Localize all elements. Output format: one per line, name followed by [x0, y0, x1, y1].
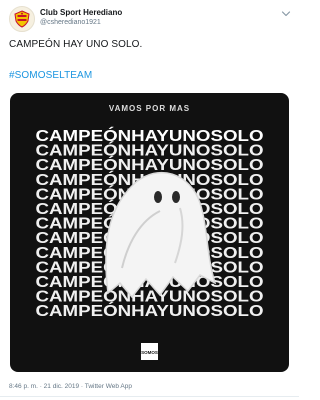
poster-badge: SOMOS [141, 343, 158, 360]
poster-text-line: CAMPEÓNHAYUNOSOLO [36, 301, 264, 320]
media-poster: CAMPEÓNHAYUNOSOLOCAMPEÓNHAYUNOSOLOCAMPEÓ… [36, 104, 264, 360]
chevron-down-icon[interactable] [281, 10, 291, 18]
author-display-name[interactable]: Club Sport Herediano [40, 7, 122, 18]
tweet-card[interactable]: Club Sport Herediano @csherediano1921 CA… [0, 0, 299, 400]
tweet-text: CAMPEÓN HAY UNO SOLO. [9, 39, 143, 50]
club-crest-icon [14, 10, 30, 28]
divider [0, 396, 299, 397]
poster-top-label: VAMOS POR MAS [109, 104, 190, 113]
author-names: Club Sport Herediano @csherediano1921 [40, 7, 122, 28]
author-handle[interactable]: @csherediano1921 [40, 18, 122, 28]
hashtag-link[interactable]: #SOMOSELTEAM [9, 70, 92, 81]
avatar[interactable] [9, 6, 35, 32]
tweet-header: Club Sport Herediano @csherediano1921 [9, 6, 291, 32]
tweet-timestamp[interactable]: 8:46 p. m. · 21 dic. 2019 · Twitter Web … [9, 383, 132, 390]
svg-text:SOMOS: SOMOS [141, 350, 158, 355]
tweet-media[interactable]: CAMPEÓNHAYUNOSOLO CAMPEÓNHAYUNOSOLO CAMPEÓ… [10, 93, 289, 372]
